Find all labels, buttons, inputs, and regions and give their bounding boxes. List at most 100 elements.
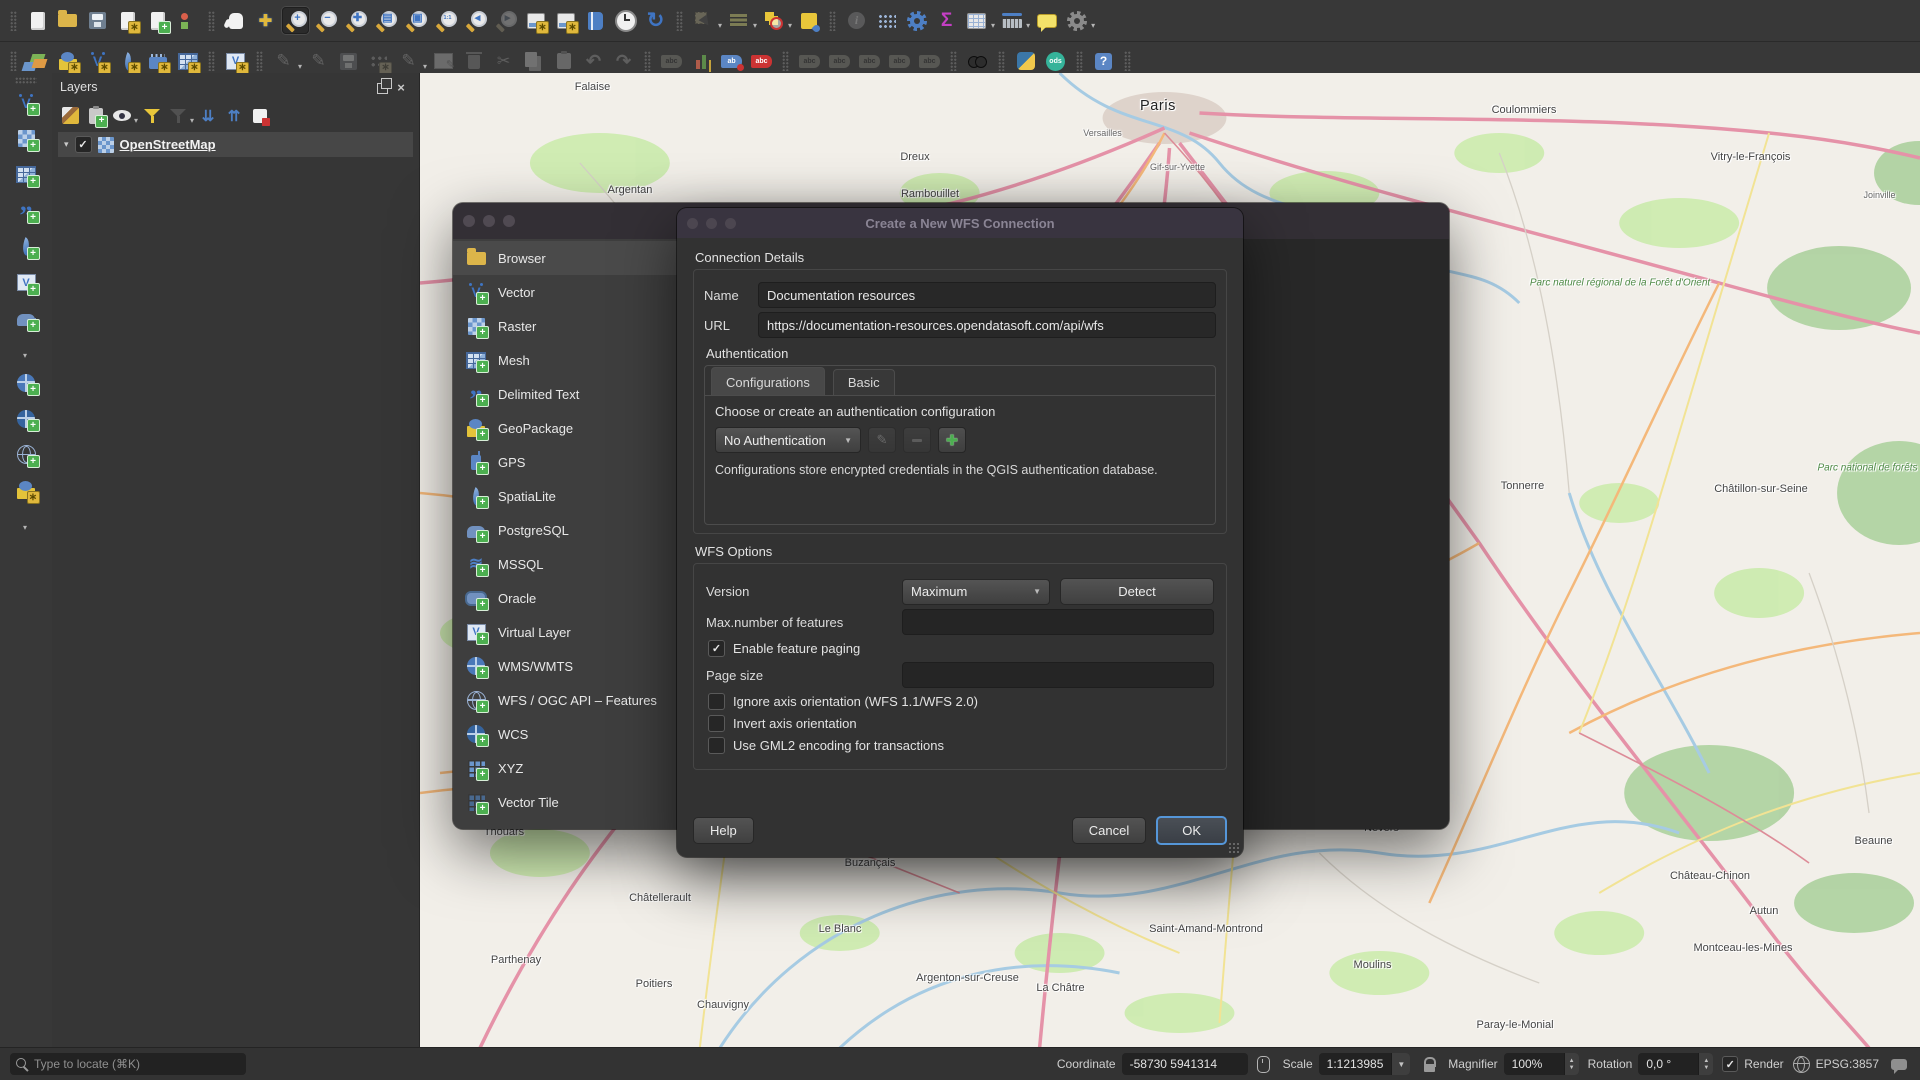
scale-select[interactable]: 1:1213985▼	[1319, 1053, 1411, 1075]
open-data-source-manager-icon[interactable]	[24, 48, 51, 75]
change-label-icon[interactable]: abc	[916, 48, 943, 75]
toolbar-grip[interactable]	[208, 11, 215, 31]
advanced-digitizing-icon[interactable]: ✎	[395, 48, 422, 75]
map-tips-icon[interactable]	[1033, 7, 1060, 34]
open-project-icon[interactable]	[54, 7, 81, 34]
help-contents-icon[interactable]: ?	[1090, 48, 1117, 75]
toolbar-grip[interactable]	[950, 51, 957, 71]
zoom-last-icon[interactable]: ◂	[462, 7, 489, 34]
postgresql-icon[interactable]: +	[463, 517, 489, 543]
toolbar-grip[interactable]	[676, 11, 683, 31]
add-postgis-layer-dropdown-icon[interactable]: ▾	[23, 351, 27, 360]
source-item-geopackage[interactable]: +GeoPackage	[453, 411, 677, 445]
source-item-vector[interactable]: V+Vector	[453, 275, 677, 309]
pin-labels-icon[interactable]: ab	[718, 48, 745, 75]
highlight-pinned-labels-icon[interactable]: abc	[748, 48, 775, 75]
toolbar-grip[interactable]	[10, 51, 17, 71]
select-features-icon[interactable]	[690, 7, 717, 34]
options-icon[interactable]	[903, 7, 930, 34]
locate-input[interactable]: Type to locate (⌘K)	[10, 1053, 246, 1075]
select-features-dropdown-icon[interactable]: ▾	[718, 21, 722, 30]
add-auth-config-icon[interactable]: ✚	[938, 427, 966, 453]
edit-auth-config-icon[interactable]: ✎	[868, 427, 896, 453]
layer-expander-icon[interactable]: ▾	[64, 139, 69, 150]
coordinate-input[interactable]: -58730 5941314	[1122, 1053, 1248, 1075]
python-console-icon[interactable]	[1012, 48, 1039, 75]
filter-legend-icon[interactable]	[140, 104, 164, 128]
float-panel-icon[interactable]	[371, 77, 391, 97]
select-by-location-icon[interactable]	[795, 7, 822, 34]
zoom-out-icon[interactable]: −	[312, 7, 339, 34]
source-item-raster[interactable]: +Raster	[453, 309, 677, 343]
toolbar-grip[interactable]	[10, 11, 17, 31]
max-features-input[interactable]	[902, 609, 1214, 635]
new-mesh-layer-icon[interactable]: ∗	[174, 48, 201, 75]
tab-configurations[interactable]: Configurations	[711, 367, 825, 395]
add-wfs-layer-icon[interactable]: +	[13, 441, 40, 468]
show-hide-labels-icon[interactable]: abc	[826, 48, 853, 75]
wfs-ogc-api-features-icon[interactable]: +	[463, 687, 489, 713]
add-vector-layer-icon[interactable]: V+	[13, 89, 40, 116]
url-input[interactable]: https://documentation-resources.opendata…	[758, 312, 1216, 338]
option-checkbox[interactable]	[708, 715, 725, 732]
filter-by-expression-icon[interactable]	[166, 104, 190, 128]
add-wcs-layer-icon[interactable]: +	[13, 405, 40, 432]
attribute-table-dropdown-icon[interactable]: ▾	[991, 21, 995, 30]
add-wms-layer-icon[interactable]: +	[13, 369, 40, 396]
cut-features-icon[interactable]: ✂	[490, 48, 517, 75]
layer-item-openstreetmap[interactable]: ▾ OpenStreetMap	[58, 132, 413, 157]
source-item-wfs-ogc-api-features[interactable]: +WFS / OGC API – Features	[453, 683, 677, 717]
wms-wmts-icon[interactable]: +	[463, 653, 489, 679]
deselect-all-dropdown-icon[interactable]: ▾	[788, 21, 792, 30]
toolbar-grip[interactable]	[782, 51, 789, 71]
move-label-icon[interactable]: abc	[856, 48, 883, 75]
mssql-icon[interactable]: ≋+	[463, 551, 489, 577]
dialog-titlebar[interactable]: Create a New WFS Connection	[677, 208, 1243, 238]
minimize-window-icon[interactable]	[483, 215, 495, 227]
option-checkbox[interactable]	[708, 693, 725, 710]
raster-icon[interactable]: +	[463, 313, 489, 339]
render-checkbox[interactable]	[1722, 1056, 1738, 1072]
pin-unpin-labels-icon[interactable]: abc	[796, 48, 823, 75]
new-map-view-icon[interactable]: ∗	[522, 7, 549, 34]
xyz-icon[interactable]: +	[463, 755, 489, 781]
new-project-icon[interactable]	[24, 7, 51, 34]
add-spatialite-layer-icon[interactable]: +	[13, 233, 40, 260]
new-geopackage-layer-icon[interactable]: ∗	[54, 48, 81, 75]
oracle-icon[interactable]: +	[463, 585, 489, 611]
geopackage-icon[interactable]: +	[463, 415, 489, 441]
processing-toolbox-icon[interactable]	[1063, 7, 1090, 34]
browser-icon[interactable]	[463, 245, 489, 271]
style-manager-icon[interactable]	[174, 7, 201, 34]
field-calculator-icon[interactable]	[873, 7, 900, 34]
remove-layer-icon[interactable]	[248, 104, 272, 128]
save-project-icon[interactable]	[84, 7, 111, 34]
undo-icon[interactable]: ↶	[580, 48, 607, 75]
source-item-delimited-text[interactable]: ”+Delimited Text	[453, 377, 677, 411]
lock-scale-icon[interactable]	[1419, 1053, 1439, 1075]
option-checkbox[interactable]	[708, 737, 725, 754]
source-item-vector-tile[interactable]: +Vector Tile	[453, 785, 677, 819]
add-delimited-text-layer-icon[interactable]: ”+	[13, 197, 40, 224]
expand-all-icon[interactable]: ⇊	[196, 104, 220, 128]
delete-selected-icon[interactable]	[460, 48, 487, 75]
open-layer-styling-icon[interactable]	[58, 104, 82, 128]
vector-tile-icon[interactable]: +	[463, 789, 489, 815]
new-geopackage-dropdown-icon[interactable]: ▾	[23, 523, 27, 532]
source-item-browser[interactable]: Browser	[453, 241, 677, 275]
refresh-map-icon[interactable]: ↻	[642, 7, 669, 34]
source-item-spatialite[interactable]: +SpatiaLite	[453, 479, 677, 513]
enable-paging-checkbox[interactable]	[708, 640, 725, 657]
messages-icon[interactable]	[1888, 1053, 1910, 1075]
zoom-to-layer-icon[interactable]: ▤	[372, 7, 399, 34]
toolbar-grip[interactable]	[15, 77, 37, 84]
mesh-icon[interactable]: +	[463, 347, 489, 373]
new-geopackage-icon[interactable]: ∗	[13, 477, 40, 504]
show-layout-manager-icon[interactable]: +	[144, 7, 171, 34]
new-temporary-scratch-layer-icon[interactable]: ∗	[144, 48, 171, 75]
source-item-mesh[interactable]: +Mesh	[453, 343, 677, 377]
select-by-value-icon[interactable]	[725, 7, 752, 34]
help-button[interactable]: Help	[693, 817, 754, 844]
toolbar-grip[interactable]	[256, 51, 263, 71]
cancel-button[interactable]: Cancel	[1072, 817, 1146, 844]
